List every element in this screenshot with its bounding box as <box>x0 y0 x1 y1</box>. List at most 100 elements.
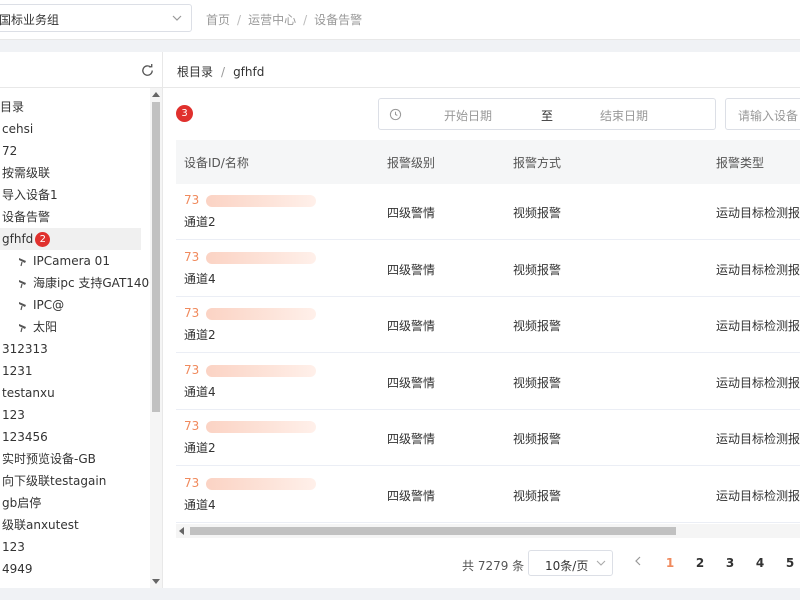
tree-node[interactable]: 导入设备1 <box>0 184 141 206</box>
directory-breadcrumb: 根目录 / gfhfd <box>177 65 265 79</box>
tree-node[interactable]: IPC@ <box>0 294 141 316</box>
table-horizontal-scrollbar[interactable] <box>176 524 800 538</box>
tree-scroll-thumb[interactable] <box>152 102 160 412</box>
alarm-method: 视频报警 <box>513 432 562 446</box>
scroll-up-arrow-icon[interactable] <box>152 92 160 97</box>
start-date-input[interactable]: 开始日期 <box>444 107 492 124</box>
table-row[interactable]: 73 通道2 四级警情 视频报警 运动目标检测报 <box>176 184 800 240</box>
page-size-value: 10条/页 <box>545 559 589 573</box>
tree-node[interactable]: gfhfd 2 <box>0 228 141 250</box>
redacted-device-id <box>206 251 316 264</box>
tree-node-label: 123 <box>2 540 25 554</box>
device-tree-panel: 目录 cehsi 72 按需级联 导入设备1 设备告警 gfhfd 2 IPCamera 01 海… <box>0 52 163 588</box>
table-scroll-thumb[interactable] <box>190 527 676 535</box>
alarm-level: 四级警情 <box>387 432 436 446</box>
tree-node[interactable]: testanxu <box>0 382 141 404</box>
business-group-select[interactable]: 国标业务组 <box>0 4 192 32</box>
table-row[interactable]: 73 通道4 四级警情 视频报警 运动目标检测报 <box>176 353 800 410</box>
page-size-select[interactable]: 10条/页 <box>528 550 613 576</box>
tree-node[interactable]: 目录 <box>0 96 141 118</box>
prev-page-icon[interactable] <box>633 555 643 567</box>
refresh-icon[interactable] <box>140 63 155 78</box>
tree-node[interactable]: 太阳 <box>0 316 141 338</box>
scroll-down-arrow-icon[interactable] <box>152 579 160 584</box>
end-date-input[interactable]: 结束日期 <box>600 107 648 124</box>
tree-node-label: testanxu <box>2 386 55 400</box>
device-id: 73 <box>184 362 200 377</box>
table-header: 设备ID/名称 报警级别 报警方式 报警类型 <box>176 140 800 184</box>
tree-node[interactable]: 4949 <box>0 558 141 580</box>
date-range-picker[interactable]: 开始日期 至 结束日期 <box>378 98 716 130</box>
camera-icon <box>19 324 26 333</box>
tree-node[interactable]: cehsi <box>0 118 141 140</box>
tree-node-label: 导入设备1 <box>2 188 58 202</box>
breadcrumb-ops-center[interactable]: 运营中心 <box>248 11 296 28</box>
tree-node[interactable]: 312313 <box>0 338 141 360</box>
alarm-type: 运动目标检测报 <box>716 488 800 503</box>
page-number[interactable]: 5 <box>780 556 800 570</box>
page-number[interactable]: 3 <box>720 556 740 570</box>
alarm-level: 四级警情 <box>387 375 436 390</box>
channel-name: 通道2 <box>184 215 216 229</box>
redacted-device-id <box>206 364 316 377</box>
alarm-type: 运动目标检测报 <box>716 206 800 220</box>
table-row[interactable]: 73 通道4 四级警情 视频报警 运动目标检测报 <box>176 466 800 523</box>
tree-node[interactable]: IPCamera 01 <box>0 250 141 272</box>
tree-node-label: gfhfd <box>2 232 34 246</box>
tree-node[interactable]: 123 <box>0 536 141 558</box>
tree-node[interactable]: 海康ipc 支持GAT1400 <box>0 272 150 294</box>
page-number[interactable]: 1 <box>660 556 680 570</box>
pagination: 共 7279 条 10条/页 12345 <box>163 548 800 580</box>
tree-node-badge: 2 <box>35 232 51 247</box>
tree-node-label: 级联anxutest <box>2 518 79 532</box>
tree-node-label: cehsi <box>2 122 34 136</box>
tree-node[interactable]: 实时预览设备-GB <box>0 448 141 470</box>
breadcrumb-home[interactable]: 首页 <box>206 11 230 28</box>
step-badge: 3 <box>176 105 193 122</box>
redacted-device-id <box>206 195 316 207</box>
tree-node[interactable]: 按需级联 <box>0 162 141 184</box>
tree-node[interactable]: 72 <box>0 140 141 162</box>
tree-node[interactable]: 123 <box>0 404 141 426</box>
tree-node-label: 123 <box>2 408 25 422</box>
breadcrumb-current-dir: gfhfd <box>233 65 265 79</box>
tree-node[interactable]: 123456 <box>0 426 141 448</box>
breadcrumb-root[interactable]: 根目录 <box>177 65 213 79</box>
column-alarm-method: 报警方式 <box>513 156 562 170</box>
tree-node-label: 太阳 <box>33 320 58 334</box>
table-row[interactable]: 73 通道2 四级警情 视频报警 运动目标检测报 <box>176 297 800 353</box>
tree-node-label: 实时预览设备-GB <box>2 452 96 466</box>
device-id: 73 <box>184 193 200 207</box>
bottom-strip <box>0 588 800 600</box>
column-device-id: 设备ID/名称 <box>184 156 249 170</box>
device-search-input[interactable]: 请输入设备 <box>725 98 800 130</box>
chevron-down-icon <box>596 560 606 566</box>
tree-node-label: 目录 <box>0 100 25 114</box>
device-search-placeholder: 请输入设备 <box>738 109 799 123</box>
camera-icon <box>19 280 26 289</box>
alarm-panel-header: 根目录 / gfhfd <box>163 52 800 88</box>
tree-node[interactable]: 级联anxutest <box>0 514 141 536</box>
camera-icon <box>19 302 26 311</box>
tree-scrollbar[interactable] <box>150 88 162 588</box>
alarm-method: 视频报警 <box>513 488 562 503</box>
tree-node-label: 312313 <box>2 342 48 356</box>
tree-node-label: 4949 <box>2 562 33 576</box>
page-number[interactable]: 2 <box>690 556 710 570</box>
table-row[interactable]: 73 通道4 四级警情 视频报警 运动目标检测报 <box>176 240 800 297</box>
alarm-method: 视频报警 <box>513 375 562 390</box>
chevron-down-icon <box>172 15 182 21</box>
tree-node[interactable]: 向下级联testagain <box>0 470 141 492</box>
clock-icon <box>389 108 402 121</box>
alarm-method: 视频报警 <box>513 319 562 333</box>
total-count: 共 7279 条 <box>462 559 525 573</box>
table-row[interactable]: 73 通道2 四级警情 视频报警 运动目标检测报 <box>176 410 800 466</box>
tree-node[interactable]: gb启停 <box>0 492 141 514</box>
device-id: 73 <box>184 475 200 490</box>
page-number[interactable]: 4 <box>750 556 770 570</box>
alarm-level: 四级警情 <box>387 488 436 503</box>
alarm-table: 设备ID/名称 报警级别 报警方式 报警类型 73 通道2 四级警情 视频报警 运动目标… <box>176 140 800 528</box>
tree-node[interactable]: 1231 <box>0 360 141 382</box>
tree-node[interactable]: 设备告警 <box>0 206 141 228</box>
scroll-left-arrow-icon[interactable] <box>179 527 184 535</box>
